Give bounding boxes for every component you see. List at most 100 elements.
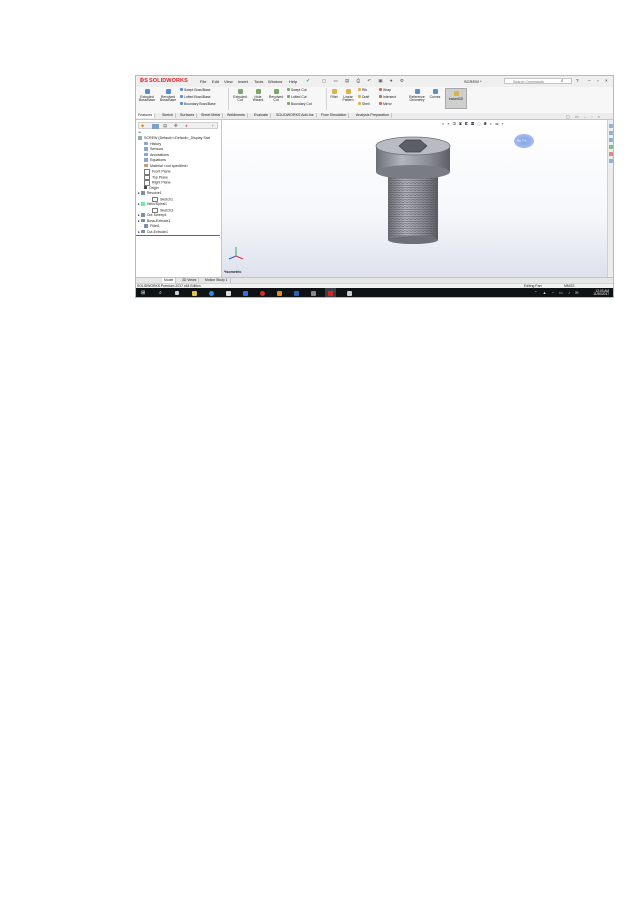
tree-item-history[interactable]: History (144, 142, 161, 146)
store-icon[interactable] (226, 290, 231, 296)
resources-icon[interactable] (609, 124, 613, 128)
swept-boss-button[interactable]: Swept Boss/Base (180, 88, 211, 93)
extruded-boss-button[interactable]: Extruded Boss/Base (138, 89, 156, 103)
boundary-cut-button[interactable]: Boundary Cut (287, 102, 312, 107)
tree-item-equations[interactable]: Equations (144, 158, 166, 162)
revolved-boss-button[interactable]: Revolved Boss/Base (158, 89, 178, 103)
custom-properties-icon[interactable] (609, 159, 613, 163)
helix-icon (140, 202, 145, 206)
windows-start-icon[interactable]: ⊞ (141, 290, 145, 296)
curves-icon (432, 89, 438, 94)
media-icon[interactable] (260, 290, 265, 296)
search-icon[interactable]: ⌕ (159, 290, 162, 296)
tree-root[interactable]: SCREW (Default<<Default>_Display Stat (138, 136, 210, 140)
word-icon[interactable] (294, 290, 299, 296)
rollback-bar[interactable] (136, 234, 220, 236)
shell-button[interactable]: Shell (358, 102, 370, 107)
tab-evaluate[interactable]: Evaluate (252, 113, 271, 118)
tab-flow-simulation[interactable]: Flow Simulation (319, 113, 350, 118)
design-library-icon[interactable] (609, 131, 613, 135)
edge-icon[interactable] (209, 290, 214, 296)
draft-button[interactable]: Draft (358, 95, 369, 100)
tab-addins[interactable]: SOLIDWORKS Add-Ins (274, 113, 317, 118)
revolved-cut-button[interactable]: Revolved Cut (267, 89, 285, 103)
curves-button[interactable]: Curves (429, 89, 441, 99)
mail-icon[interactable] (243, 290, 248, 296)
tree-item-revolve1[interactable]: ▸ Revolve1 (138, 191, 162, 195)
minimize-icon[interactable]: – (588, 78, 591, 83)
screw-model[interactable] (372, 134, 462, 249)
menu-file[interactable]: File (200, 79, 206, 84)
tab-weldments[interactable]: Weldments (225, 113, 248, 118)
maximize-icon[interactable]: ▫ (597, 78, 599, 83)
search-icon[interactable]: ⌕ (561, 78, 564, 83)
close-icon[interactable]: × (605, 78, 608, 83)
instant3d-button[interactable]: Instant3D (445, 88, 467, 109)
window-controls-icons[interactable]: ▢ ▭ – ▫ × (566, 114, 602, 119)
menu-tools[interactable]: Tools (254, 79, 263, 84)
tree-item-label: Helix/Spiral1 (146, 202, 167, 206)
view-palette-icon[interactable] (609, 145, 613, 149)
graphics-area[interactable]: ⌕ ⌕ ◲ ▣ ◧ ▦ ⬡ ◉ ◐ ▭ ▾ 54.7% *Isometric (222, 120, 607, 277)
lofted-cut-button[interactable]: Lofted Cut (287, 95, 307, 100)
menu-edit[interactable]: Edit (212, 79, 219, 84)
tree-item-origin[interactable]: Origin (144, 186, 159, 190)
extruded-cut-button[interactable]: Extruded Cut (231, 89, 249, 103)
tab-sketch[interactable]: Sketch (160, 113, 176, 118)
display-manager-icon[interactable]: ◕ (185, 123, 188, 128)
property-manager-icon[interactable] (152, 123, 159, 129)
app2-icon[interactable] (311, 290, 316, 296)
tree-item-sensors[interactable]: Sensors (144, 147, 163, 151)
appearances-icon[interactable] (609, 152, 613, 156)
taskbar-clock[interactable]: 12:03 AM 11/30/2017 (593, 289, 609, 297)
filter-icon[interactable]: ⏷ (138, 130, 142, 135)
wrap-button[interactable]: Wrap (379, 88, 391, 93)
tree-item-cut-extrude1[interactable]: ▸ Cut-Extrude1 (138, 230, 168, 234)
tree-item-cut-sweep1[interactable]: ▸ Cut-Sweep1 (138, 213, 167, 217)
tree-item-material[interactable]: Material <not specified> (144, 164, 188, 168)
intersect-button[interactable]: Intersect (379, 95, 396, 100)
quick-access-icons[interactable]: ▢ ▭ ▤ ⎙ ↶ ▣ ● ⚙ (322, 78, 407, 84)
app-icon[interactable] (277, 290, 282, 296)
system-tray-icons[interactable]: ⌃ ▲ ◔ ▭ ♪ ✉ (534, 290, 580, 295)
tab-surfaces[interactable]: Surfaces (178, 113, 198, 118)
rib-button[interactable]: Rib (358, 88, 367, 93)
tree-item-boss-extrude1[interactable]: ▸ Boss-Extrude1 (138, 219, 170, 223)
menu-help[interactable]: Help (289, 79, 297, 84)
app3-icon[interactable] (347, 290, 352, 296)
menu-view[interactable]: View (224, 79, 233, 84)
fillet-button[interactable]: Fillet (329, 89, 339, 99)
swept-cut-button[interactable]: Swept Cut (287, 88, 307, 93)
solidworks-logo[interactable]: ᕲSSOLIDWORKS (140, 78, 188, 85)
swept-cut-label: Swept Cut (290, 88, 307, 92)
tree-item-fillet1[interactable]: Fillet1 (144, 224, 160, 228)
feature-manager-toolbar: ⬥ ▤ ✥ ◕ › (138, 122, 218, 129)
tree-item-helix-spiral1[interactable]: ▸ Helix/Spiral1 (138, 202, 167, 206)
history-icon (144, 141, 148, 146)
tree-item-annotations[interactable]: Annotations (144, 153, 169, 157)
file-explorer-icon[interactable] (609, 138, 613, 142)
dimxpert-icon[interactable]: ✥ (174, 123, 178, 129)
tab-features[interactable]: Features (136, 113, 156, 118)
help-icon[interactable]: ? (576, 78, 579, 83)
linear-pattern-button[interactable]: Linear Pattern (341, 89, 355, 103)
tab-analysis-preparation[interactable]: Analysis Preparation (354, 113, 392, 118)
chevron-right-icon[interactable]: › (212, 123, 214, 128)
task-view-icon[interactable] (175, 290, 179, 295)
tab-sheet-metal[interactable]: Sheet Metal (199, 113, 224, 118)
menu-window[interactable]: Window (268, 79, 282, 84)
menu-insert[interactable]: Insert (238, 79, 248, 84)
pin-icon[interactable]: ✔ (306, 78, 310, 84)
lofted-cut-label: Lofted Cut (290, 95, 307, 99)
hole-wizard-button[interactable]: Hole Wizard (250, 89, 266, 103)
tree-item-label: Sketch1 (160, 197, 173, 202)
reference-geometry-button[interactable]: Reference Geometry (407, 89, 427, 103)
mirror-button[interactable]: Mirror (379, 102, 392, 107)
feature-tree-icon[interactable]: ⬥ (141, 123, 144, 128)
file-explorer-icon[interactable] (192, 290, 197, 296)
heads-up-view-toolbar[interactable]: ⌕ ⌕ ◲ ▣ ◧ ▦ ⬡ ◉ ◐ ▭ ▾ (442, 121, 504, 126)
configuration-manager-icon[interactable]: ▤ (163, 123, 167, 129)
tree-item-label: Right Plane (152, 180, 171, 185)
lofted-boss-button[interactable]: Lofted Boss/Base (180, 95, 211, 100)
boundary-boss-button[interactable]: Boundary Boss/Base (180, 102, 216, 107)
